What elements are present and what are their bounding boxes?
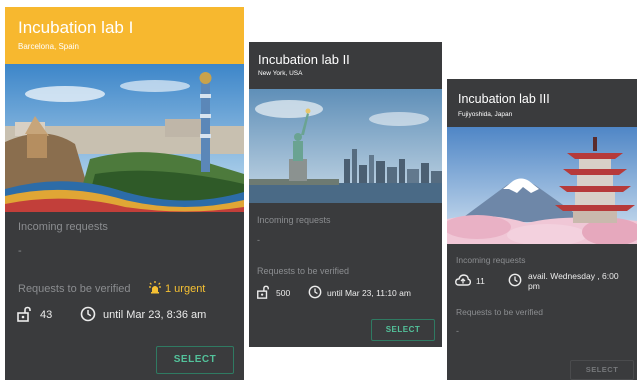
card-location: New York, USA — [258, 70, 303, 77]
card-photo-fuji — [447, 127, 637, 244]
clock-icon — [308, 285, 322, 299]
verify-requests-label: Requests to be verified — [456, 307, 543, 317]
verify-count: 500 — [276, 288, 291, 298]
incoming-requests-value: - — [257, 235, 260, 245]
verify-deadline: until Mar 23, 11:10 am — [327, 288, 411, 298]
unlock-icon — [257, 285, 269, 299]
lab-card-3: Incubation lab III Fujiyoshida, Japan In… — [447, 79, 637, 380]
lamp-icon — [149, 281, 161, 294]
verify-deadline: until Mar 23, 8:36 am — [103, 309, 207, 321]
select-button[interactable]: SELECT — [156, 346, 234, 374]
select-button[interactable]: SELECT — [371, 319, 435, 341]
incoming-requests-label: Incoming requests — [257, 215, 331, 225]
availability: avail. Wednesday , 6:00 pm — [528, 271, 619, 291]
lab-card-1: Incubation lab I Barcelona, Spain Incomi… — [5, 7, 244, 380]
verify-requests-label: Requests to be verified — [18, 283, 131, 295]
incoming-requests-label: Incoming requests — [456, 255, 526, 265]
card-title: Incubation lab III — [458, 92, 550, 106]
verify-count: 43 — [40, 309, 53, 321]
verify-requests-value: - — [456, 326, 459, 336]
incoming-requests-label: Incoming requests — [18, 221, 108, 233]
verify-requests-label: Requests to be verified — [257, 266, 350, 276]
clock-icon — [508, 273, 522, 287]
incoming-requests-value: - — [18, 245, 22, 257]
incoming-count: 11 — [476, 276, 485, 286]
unlock-icon — [17, 306, 31, 322]
card-photo-barcelona — [5, 64, 244, 212]
lab-card-2: Incubation lab II New York, USA Incoming… — [249, 42, 442, 347]
card-photo-new-york — [249, 89, 442, 203]
urgent-count: 1 urgent — [165, 283, 206, 295]
clock-icon — [80, 306, 96, 322]
cloud-upload-icon — [455, 274, 471, 286]
card-location: Fujiyoshida, Japan — [458, 111, 513, 118]
card-title: Incubation lab I — [18, 18, 134, 37]
card-location: Barcelona, Spain — [18, 42, 79, 51]
select-button[interactable]: SELECT — [570, 360, 634, 380]
card-title: Incubation lab II — [258, 52, 350, 67]
